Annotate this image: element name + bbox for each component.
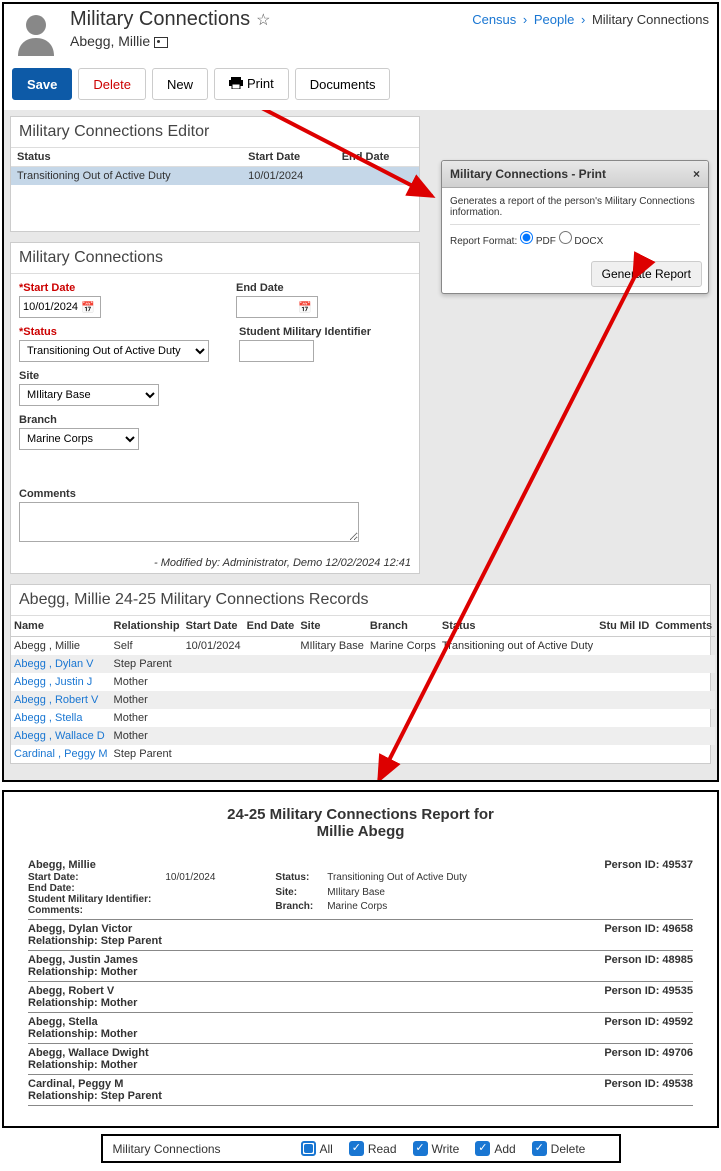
label-branch: Branch — [19, 414, 139, 426]
delete-button[interactable]: Delete — [78, 68, 146, 100]
perm-read[interactable]: ✓Read — [349, 1141, 397, 1156]
table-row[interactable]: Abegg , Robert VMother — [11, 691, 715, 709]
branch-select[interactable]: Marine Corps — [19, 428, 139, 450]
perm-delete[interactable]: ✓Delete — [532, 1141, 586, 1156]
perm-all[interactable]: All — [301, 1141, 333, 1156]
editor-title: Military Connections Editor — [11, 117, 419, 148]
table-row[interactable]: Abegg , Justin JMother — [11, 673, 715, 691]
generate-report-button[interactable]: Generate Report — [591, 261, 702, 287]
table-row[interactable]: Abegg , StellaMother — [11, 709, 715, 727]
records-title: Abegg, Millie 24-25 Military Connections… — [11, 585, 710, 616]
label-site: Site — [19, 370, 159, 382]
end-date-field[interactable]: 📅 — [236, 296, 318, 318]
col-end: End Date — [336, 148, 419, 167]
start-date-field[interactable]: 📅 — [19, 296, 101, 318]
person-name: Abegg, Millie — [70, 33, 472, 49]
report-row: Abegg, Justin JamesRelationship: MotherP… — [28, 951, 693, 982]
report-row: Abegg, Dylan VictorRelationship: Step Pa… — [28, 920, 693, 951]
print-dialog-title: Military Connections - Print — [450, 167, 606, 181]
table-row[interactable]: Abegg , Dylan VStep Parent — [11, 655, 715, 673]
comments-field[interactable] — [19, 502, 359, 542]
report-row: Cardinal, Peggy MRelationship: Step Pare… — [28, 1075, 693, 1106]
content-area: Military Connections Editor Status Start… — [4, 110, 717, 780]
table-row[interactable]: Abegg , Wallace DMother — [11, 727, 715, 745]
documents-button[interactable]: Documents — [295, 68, 391, 100]
perm-write[interactable]: ✓Write — [413, 1141, 460, 1156]
report-panel: 24-25 Military Connections Report for Mi… — [2, 790, 719, 1128]
toolbar: Save Delete New Print Documents — [4, 62, 717, 110]
print-dialog-desc: Generates a report of the person's Milit… — [450, 196, 700, 218]
close-icon[interactable]: × — [693, 167, 700, 181]
table-row[interactable]: Cardinal , Peggy MStep Parent — [11, 745, 715, 763]
print-button[interactable]: Print — [214, 68, 289, 100]
print-icon — [229, 77, 243, 92]
perm-add[interactable]: ✓Add — [475, 1141, 515, 1156]
breadcrumb-people[interactable]: People — [534, 12, 574, 27]
breadcrumb-census[interactable]: Census — [472, 12, 516, 27]
print-dialog: Military Connections - Print × Generates… — [441, 160, 709, 294]
smi-field[interactable] — [239, 340, 314, 362]
label-smi: Student Military Identifier — [239, 326, 371, 338]
editor-panel: Military Connections Editor Status Start… — [10, 116, 420, 232]
breadcrumb: Census › People › Military Connections — [472, 8, 709, 27]
perm-title: Military Connections — [113, 1142, 293, 1156]
label-end-date: End Date — [236, 282, 318, 294]
save-button[interactable]: Save — [12, 68, 72, 100]
report-row: Abegg, Wallace DwightRelationship: Mothe… — [28, 1044, 693, 1075]
modified-by: - Modified by: Administrator, Demo 12/02… — [11, 553, 419, 573]
main-panel: Military Connections ☆ Abegg, Millie Cen… — [2, 2, 719, 782]
report-row: Abegg, StellaRelationship: MotherPerson … — [28, 1013, 693, 1044]
header: Military Connections ☆ Abegg, Millie Cen… — [4, 4, 717, 62]
report-main-row: Abegg, Millie Start Date:10/01/2024 End … — [28, 856, 693, 920]
avatar-icon — [12, 10, 60, 58]
radio-docx[interactable]: DOCX — [559, 236, 604, 247]
permissions-bar: Military Connections All ✓Read ✓Write ✓A… — [101, 1134, 621, 1163]
records-table: Name Relationship Start Date End Date Si… — [11, 616, 715, 763]
col-status: Status — [11, 148, 242, 167]
form-title: Military Connections — [11, 243, 419, 274]
col-start: Start Date — [242, 148, 336, 167]
table-row[interactable]: Abegg , MillieSelf10/01/2024MIlitary Bas… — [11, 637, 715, 656]
status-select[interactable]: Transitioning Out of Active Duty — [19, 340, 209, 362]
label-start-date: *Start Date — [19, 282, 101, 294]
radio-pdf[interactable]: PDF — [520, 236, 556, 247]
calendar-icon[interactable]: 📅 — [81, 301, 95, 314]
label-comments: Comments — [19, 488, 413, 500]
report-format: Report Format: PDF DOCX — [450, 231, 700, 247]
editor-row[interactable]: Transitioning Out of Active Duty 10/01/2… — [11, 167, 419, 186]
report-row: Abegg, Robert VRelationship: MotherPerso… — [28, 982, 693, 1013]
calendar-icon[interactable]: 📅 — [298, 301, 312, 314]
page-title: Military Connections — [70, 8, 250, 31]
star-icon[interactable]: ☆ — [256, 10, 270, 30]
records-panel: Abegg, Millie 24-25 Military Connections… — [10, 584, 711, 764]
form-panel: Military Connections *Start Date 📅 End D… — [10, 242, 420, 574]
site-select[interactable]: MIlitary Base — [19, 384, 159, 406]
label-status: *Status — [19, 326, 209, 338]
id-card-icon — [154, 37, 168, 48]
report-title: 24-25 Military Connections Report for Mi… — [28, 806, 693, 840]
new-button[interactable]: New — [152, 68, 208, 100]
breadcrumb-current: Military Connections — [592, 12, 709, 27]
editor-table: Status Start Date End Date Transitioning… — [11, 148, 419, 231]
